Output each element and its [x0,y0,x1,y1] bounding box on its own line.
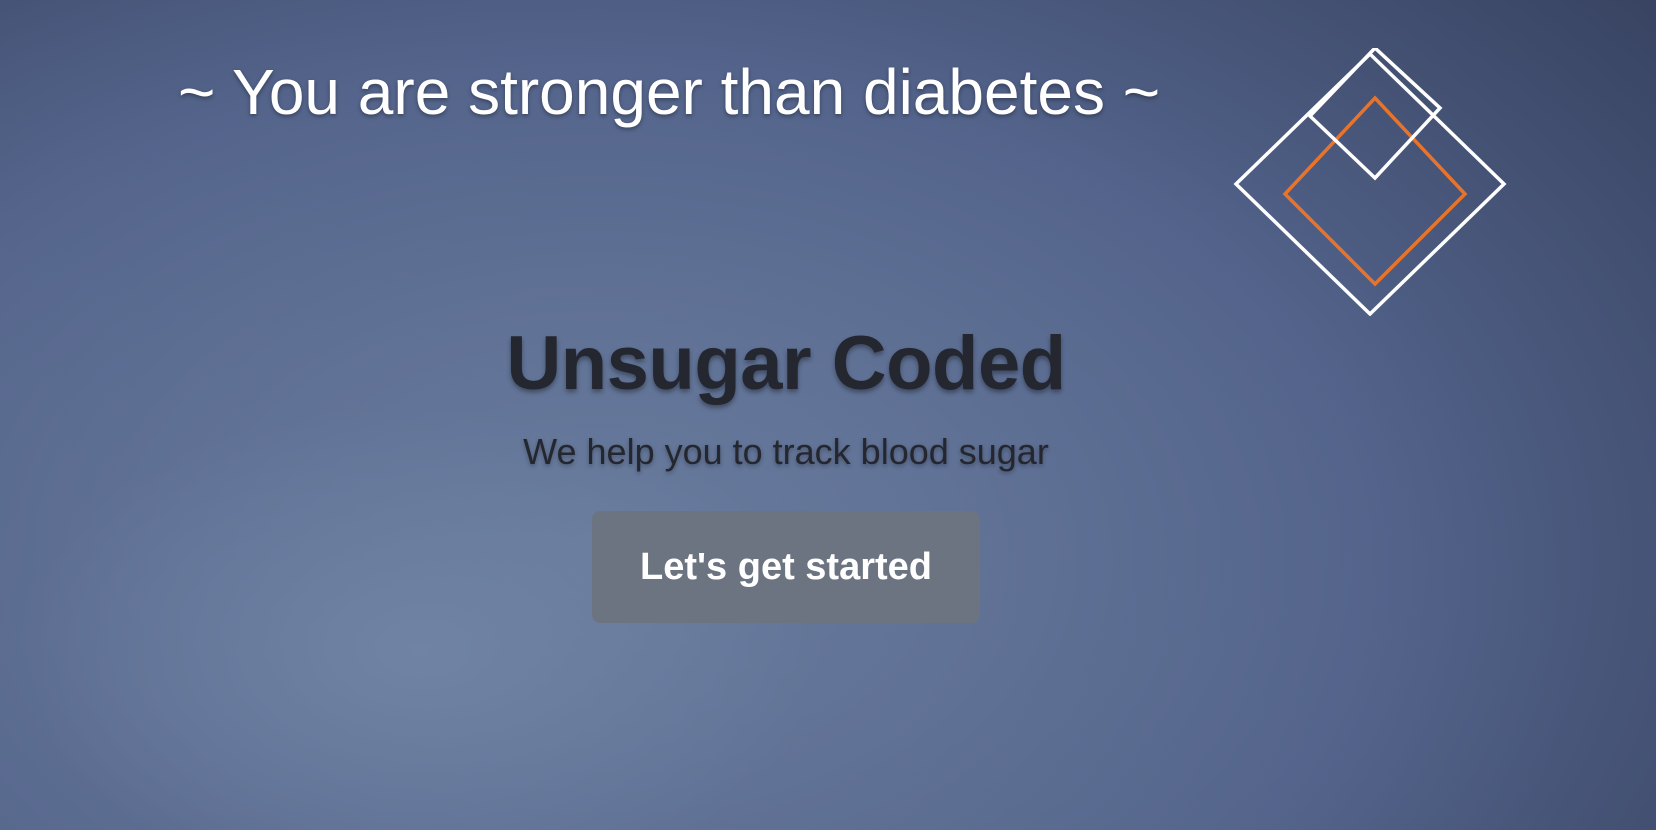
get-started-button[interactable]: Let's get started [592,511,980,623]
page-title: Unsugar Coded [506,321,1066,406]
logo-outer-diamond [1233,51,1507,316]
logo-inner-diamond [1307,48,1443,181]
page-subtitle: We help you to track blood sugar [523,431,1049,472]
tagline: ~ You are stronger than diabetes ~ [178,56,1161,128]
diamond-logo-icon [1233,48,1507,316]
hero-section: Unsugar Coded We help you to track blood… [0,320,1572,623]
